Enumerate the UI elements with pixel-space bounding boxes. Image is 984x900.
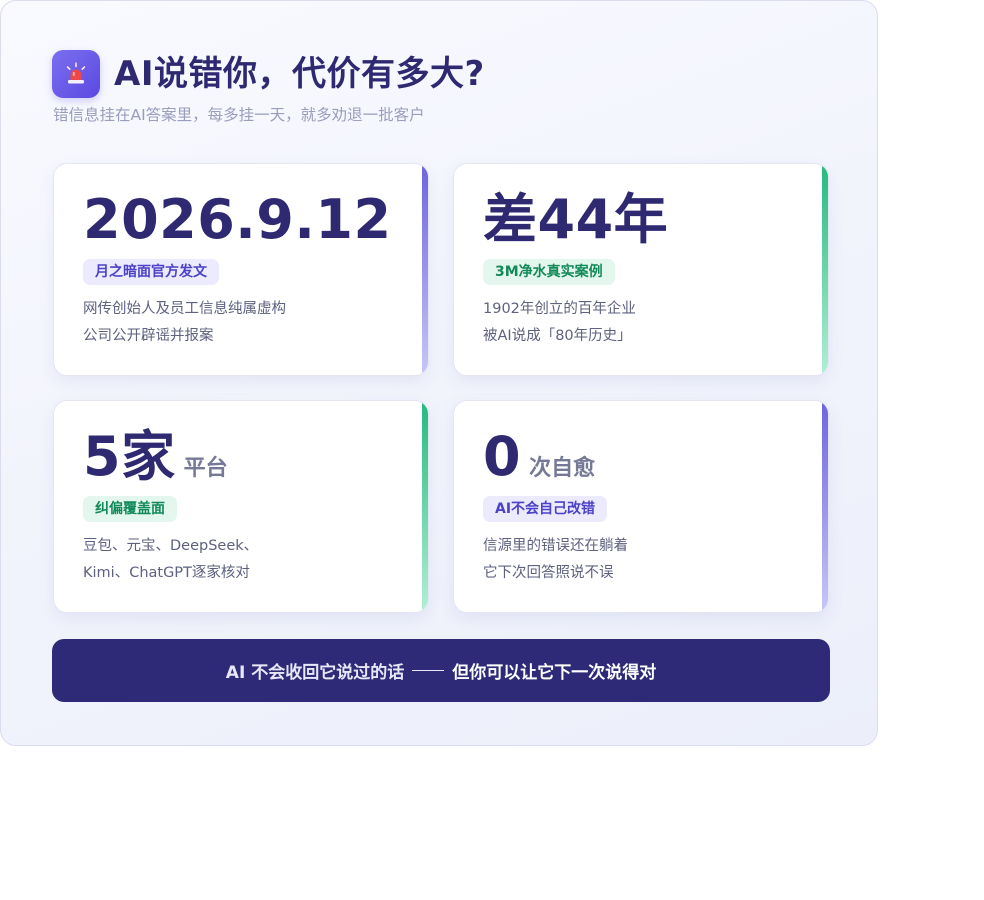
stat-description-line: 网传创始人及员工信息纯属虚构: [83, 301, 286, 317]
stat-description-line: 信源里的错误还在躺着: [483, 538, 628, 554]
page-subtitle: 错信息挂在AI答案里，每多挂一天，就多劝退一批客户: [53, 106, 425, 124]
stat-badge: 3M净水真实案例: [483, 259, 615, 285]
banner-dash: [412, 670, 445, 671]
stat-value-group: 0 次自愈: [483, 425, 595, 489]
stat-card-years: 差44年 3M净水真实案例 1902年创立的百年企业 被AI说成「80年历史」: [453, 163, 829, 376]
stat-description-line: 它下次回答照说不误: [483, 565, 614, 581]
stat-description: 1902年创立的百年企业 被AI说成「80年历史」: [483, 296, 636, 350]
stat-value-group: 2026.9.12: [83, 188, 392, 252]
stat-description-line: 被AI说成「80年历史」: [483, 328, 632, 344]
stat-description-line: 公司公开辟谣并报案: [83, 328, 214, 344]
card-accent-bar: [822, 401, 828, 612]
page-title: AI说错你，代价有多大?: [114, 54, 485, 94]
stat-description-line: Kimi、ChatGPT逐家核对: [83, 565, 250, 581]
stat-description: 信源里的错误还在躺着 它下次回答照说不误: [483, 533, 628, 587]
conclusion-banner: AI 不会收回它说过的话 但你可以让它下一次说得对: [52, 639, 830, 702]
stat-value-group: 5家 平台: [83, 425, 228, 489]
stat-description: 网传创始人及员工信息纯属虚构 公司公开辟谣并报案: [83, 296, 286, 350]
card-accent-bar: [822, 164, 828, 375]
stat-value-group: 差44年: [483, 188, 668, 252]
stat-description: 豆包、元宝、DeepSeek、 Kimi、ChatGPT逐家核对: [83, 533, 258, 587]
stat-unit: 平台: [183, 456, 228, 481]
stat-card-date: 2026.9.12 月之暗面官方发文 网传创始人及员工信息纯属虚构 公司公开辟谣…: [53, 163, 429, 376]
header: AI说错你，代价有多大?: [52, 48, 485, 100]
card-accent-bar: [422, 164, 428, 375]
siren-icon: [52, 50, 100, 98]
stat-badge: AI不会自己改错: [483, 496, 608, 522]
stat-card-platforms: 5家 平台 纠偏覆盖面 豆包、元宝、DeepSeek、 Kimi、ChatGPT…: [53, 400, 429, 613]
info-panel: AI说错你，代价有多大? 错信息挂在AI答案里，每多挂一天，就多劝退一批客户 2…: [0, 0, 878, 746]
stat-unit: 次自愈: [529, 456, 596, 481]
stat-description-line: 1902年创立的百年企业: [483, 301, 636, 317]
stat-card-self-heal: 0 次自愈 AI不会自己改错 信源里的错误还在躺着 它下次回答照说不误: [453, 400, 829, 613]
banner-text-left: AI 不会收回它说过的话: [225, 663, 405, 683]
banner-text-right: 但你可以让它下一次说得对: [452, 663, 657, 683]
stat-description-line: 豆包、元宝、DeepSeek、: [83, 538, 259, 554]
stat-value: 差44年: [483, 188, 669, 251]
card-accent-bar: [422, 401, 428, 612]
stat-value: 0: [483, 425, 522, 488]
stat-badge: 月之暗面官方发文: [83, 259, 219, 285]
stat-value: 5家: [83, 425, 176, 488]
stat-value: 2026.9.12: [83, 188, 392, 251]
stat-badge: 纠偏覆盖面: [83, 496, 177, 522]
